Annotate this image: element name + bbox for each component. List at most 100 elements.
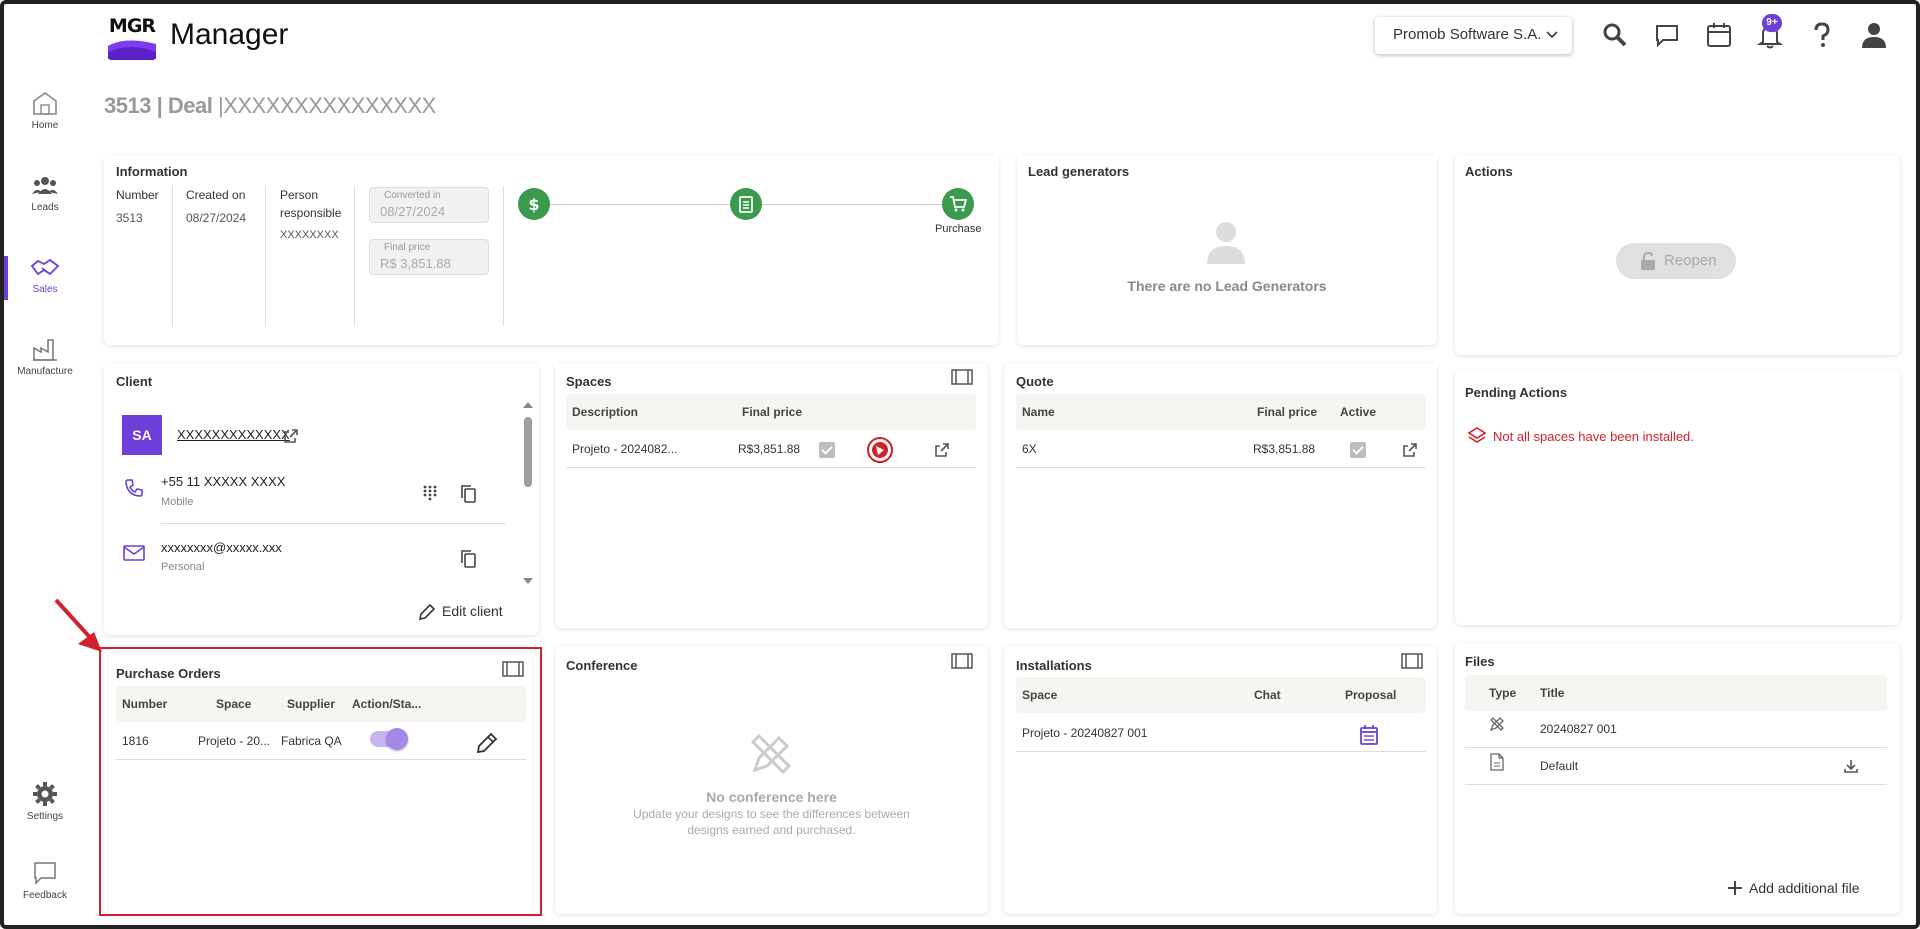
pdf-file-icon	[1490, 753, 1504, 771]
download-icon[interactable]	[1844, 759, 1858, 773]
notifications-badge: 9+	[1762, 14, 1782, 32]
col-final-price: Final price	[742, 405, 803, 419]
copy-icon[interactable]	[460, 485, 476, 503]
space-checkbox[interactable]	[819, 442, 835, 458]
title-separator: |	[156, 93, 163, 118]
pending-actions-card	[1455, 370, 1900, 625]
expand-panel-icon[interactable]	[951, 369, 973, 385]
scroll-down-icon[interactable]	[522, 576, 534, 586]
lead-generators-title: Lead generators	[1028, 164, 1130, 179]
installation-space: Projeto - 20240827 001	[1022, 726, 1148, 740]
client-email-type: Personal	[161, 561, 205, 573]
annotation-arrow-icon	[54, 598, 102, 652]
add-file-label: Add additional file	[1749, 880, 1860, 896]
step-payment[interactable]: $	[518, 188, 550, 220]
edit-client-label: Edit client	[442, 603, 503, 619]
help-icon[interactable]	[1807, 20, 1837, 50]
files-title: Files	[1465, 654, 1495, 669]
sidebar-item-sales[interactable]: Sales	[4, 256, 86, 300]
calendar-icon[interactable]	[1704, 20, 1734, 50]
file-title[interactable]: Default	[1540, 759, 1578, 773]
external-link-icon[interactable]	[283, 428, 299, 444]
expand-panel-icon[interactable]	[1401, 653, 1423, 669]
conference-empty-title: No conference here	[706, 789, 837, 805]
converted-in-field: Converted in 08/27/2024	[369, 187, 489, 223]
app-title: Manager	[170, 18, 289, 51]
client-phone-type: Mobile	[161, 496, 194, 508]
step-contract[interactable]	[730, 188, 762, 220]
promob-render-icon[interactable]	[866, 436, 894, 464]
quote-table-header: Name Final price Active	[1016, 394, 1426, 430]
sidebar-label-manufacture: Manufacture	[17, 366, 73, 377]
col-title: Title	[1540, 686, 1565, 700]
col-description: Description	[572, 405, 639, 419]
sidebar-item-manufacture[interactable]: Manufacture	[4, 336, 86, 377]
deal-name: XXXXXXXXXXXXXXX	[223, 93, 436, 118]
step-purchase[interactable]	[942, 188, 974, 220]
sidebar-item-settings[interactable]: Settings	[4, 781, 86, 822]
scroll-up-icon[interactable]	[522, 400, 534, 410]
client-scrollbar-thumb[interactable]	[524, 417, 532, 487]
reopen-button[interactable]: Reopen	[1616, 243, 1736, 279]
search-icon[interactable]	[1600, 20, 1630, 50]
people-icon	[32, 177, 58, 194]
external-link-icon[interactable]	[934, 442, 950, 458]
client-name-link[interactable]: XXXXXXXXXXXXX	[177, 427, 290, 442]
person-label: responsible	[280, 206, 342, 220]
unlock-icon	[1641, 252, 1655, 270]
chat-icon[interactable]	[1652, 20, 1682, 50]
deal-number: 3513	[104, 93, 151, 118]
sidebar-label-home: Home	[31, 120, 59, 131]
chevron-down-icon	[1546, 31, 1558, 39]
pencil-icon[interactable]	[476, 732, 498, 754]
col-number: Number	[122, 697, 168, 711]
expand-panel-icon[interactable]	[502, 661, 524, 677]
reopen-label: Reopen	[1664, 252, 1717, 269]
number-value: 3513	[116, 211, 143, 225]
pending-message[interactable]: Not all spaces have been installed.	[1493, 429, 1694, 444]
user-account-icon[interactable]	[1859, 20, 1889, 50]
spaces-title: Spaces	[566, 374, 612, 389]
email-icon	[123, 545, 145, 561]
divider	[1465, 747, 1887, 748]
client-title: Client	[116, 374, 153, 389]
page-title: 3513 | Deal |XXXXXXXXXXXXXXX	[104, 93, 436, 119]
col-name: Name	[1022, 405, 1055, 419]
installations-title: Installations	[1016, 658, 1092, 673]
client-phone: +55 11 XXXXX XXXX	[161, 474, 286, 489]
pencil-icon	[418, 603, 436, 621]
space-price: R$3,851.88	[738, 442, 801, 456]
person-icon	[1207, 222, 1245, 264]
client-email: xxxxxxxx@xxxxx.xxx	[161, 540, 282, 555]
po-status-toggle[interactable]	[370, 728, 408, 750]
po-space: Projeto - 20...	[198, 734, 270, 748]
sidebar-item-feedback[interactable]: Feedback	[4, 860, 86, 901]
logo-text: MGR	[108, 15, 156, 37]
quote-name: 6X	[1022, 442, 1037, 456]
app-logo[interactable]: MGR	[106, 12, 158, 60]
final-price-value: R$ 3,851.88	[380, 256, 451, 271]
divider	[566, 467, 976, 468]
divider	[265, 186, 266, 326]
quote-active-checkbox[interactable]	[1350, 442, 1366, 458]
external-link-icon[interactable]	[1402, 442, 1418, 458]
proposal-calendar-icon[interactable]	[1359, 724, 1379, 746]
actions-title: Actions	[1465, 164, 1513, 179]
purchase-orders-title: Purchase Orders	[116, 666, 221, 681]
created-value: 08/27/2024	[186, 211, 247, 225]
conference-card	[555, 646, 988, 914]
sidebar-item-home[interactable]: Home	[4, 90, 86, 131]
file-title[interactable]: 20240827 001	[1540, 722, 1617, 736]
handshake-icon	[30, 258, 60, 276]
copy-icon[interactable]	[460, 550, 476, 568]
gear-icon	[33, 782, 57, 806]
installations-table-header: Space Chat Proposal	[1016, 677, 1426, 713]
dialpad-icon[interactable]	[422, 485, 438, 501]
company-select[interactable]: Promob Software S.A.	[1375, 17, 1572, 54]
expand-panel-icon[interactable]	[951, 653, 973, 669]
company-select-value: Promob Software S.A.	[1393, 26, 1542, 43]
sidebar-item-leads[interactable]: Leads	[4, 174, 86, 213]
files-table-header: Type Title	[1465, 675, 1887, 711]
conference-title: Conference	[566, 658, 638, 673]
col-type: Type	[1489, 686, 1517, 700]
